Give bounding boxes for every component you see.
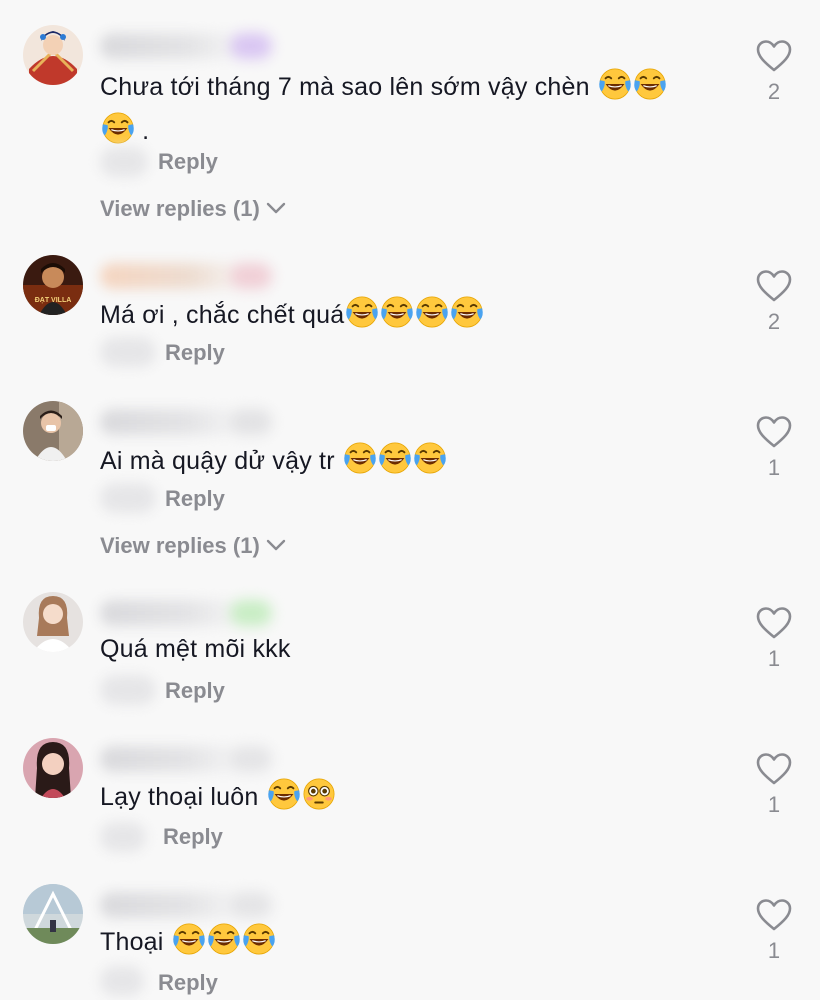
avatar-caption: ĐẠT VILLA (35, 297, 72, 304)
like-count: 2 (767, 309, 781, 334)
like-count: 1 (767, 455, 781, 480)
flushed-face-icon (302, 777, 336, 811)
reply-button[interactable]: Reply (158, 149, 218, 175)
timestamp-redacted (100, 675, 156, 705)
comment-text: Thoại (100, 920, 720, 964)
comment-text: Quá mệt mõi kkk (100, 635, 291, 663)
comment-text: Má ơi , chắc chết quá (100, 293, 720, 337)
reply-button[interactable]: Reply (165, 678, 225, 704)
view-replies-button[interactable]: View replies (1) (100, 196, 286, 222)
face-with-tears-of-joy-icon (450, 295, 484, 329)
chevron-down-icon (266, 539, 285, 551)
username-redacted (100, 746, 272, 772)
heart-outline-icon (756, 39, 792, 73)
username-redacted (100, 33, 272, 59)
like-button[interactable] (756, 415, 792, 449)
reply-button[interactable]: Reply (158, 970, 218, 996)
face-with-tears-of-joy-icon (413, 441, 447, 475)
reply-button[interactable]: Reply (165, 486, 225, 512)
comment-text: Chưa tới tháng 7 mà sao lên sớm vậy chèn… (100, 65, 720, 153)
like-button[interactable] (756, 606, 792, 640)
face-with-tears-of-joy-icon (207, 922, 241, 956)
like-count: 1 (767, 938, 781, 963)
reply-button[interactable]: Reply (165, 340, 225, 366)
username-redacted (100, 892, 272, 918)
like-button[interactable] (756, 752, 792, 786)
face-with-tears-of-joy-icon (242, 922, 276, 956)
timestamp-redacted (100, 483, 156, 513)
chevron-down-icon (266, 202, 285, 214)
heart-outline-icon (756, 269, 792, 303)
face-with-tears-of-joy-icon (378, 441, 412, 475)
face-with-tears-of-joy-icon (598, 67, 632, 101)
face-with-tears-of-joy-icon (345, 295, 379, 329)
like-count: 1 (767, 646, 781, 671)
username-redacted (100, 409, 272, 435)
like-count: 1 (767, 792, 781, 817)
avatar[interactable] (23, 401, 83, 461)
avatar[interactable] (23, 592, 83, 652)
like-count: 2 (767, 79, 781, 104)
comment-text: Ai mà quậy dử vậy tr (100, 439, 720, 483)
face-with-tears-of-joy-icon (380, 295, 414, 329)
comment-text: Lạy thoại luôn (100, 775, 720, 819)
face-with-tears-of-joy-icon (633, 67, 667, 101)
like-button[interactable] (756, 898, 792, 932)
avatar[interactable] (23, 884, 83, 944)
face-with-tears-of-joy-icon (101, 111, 135, 145)
timestamp-redacted (100, 147, 148, 177)
heart-outline-icon (756, 898, 792, 932)
reply-button[interactable]: Reply (163, 824, 223, 850)
view-replies-button[interactable]: View replies (1) (100, 533, 286, 559)
avatar[interactable] (23, 738, 83, 798)
like-button[interactable] (756, 39, 792, 73)
avatar[interactable]: ĐẠT VILLA (23, 255, 83, 315)
timestamp-redacted (100, 822, 146, 852)
avatar[interactable] (23, 25, 83, 85)
face-with-tears-of-joy-icon (267, 777, 301, 811)
heart-outline-icon (756, 606, 792, 640)
username-redacted (100, 263, 272, 289)
like-button[interactable] (756, 269, 792, 303)
username-redacted (100, 600, 272, 626)
face-with-tears-of-joy-icon (415, 295, 449, 329)
timestamp-redacted (100, 337, 156, 367)
face-with-tears-of-joy-icon (343, 441, 377, 475)
heart-outline-icon (756, 415, 792, 449)
face-with-tears-of-joy-icon (172, 922, 206, 956)
timestamp-redacted (100, 966, 144, 996)
heart-outline-icon (756, 752, 792, 786)
